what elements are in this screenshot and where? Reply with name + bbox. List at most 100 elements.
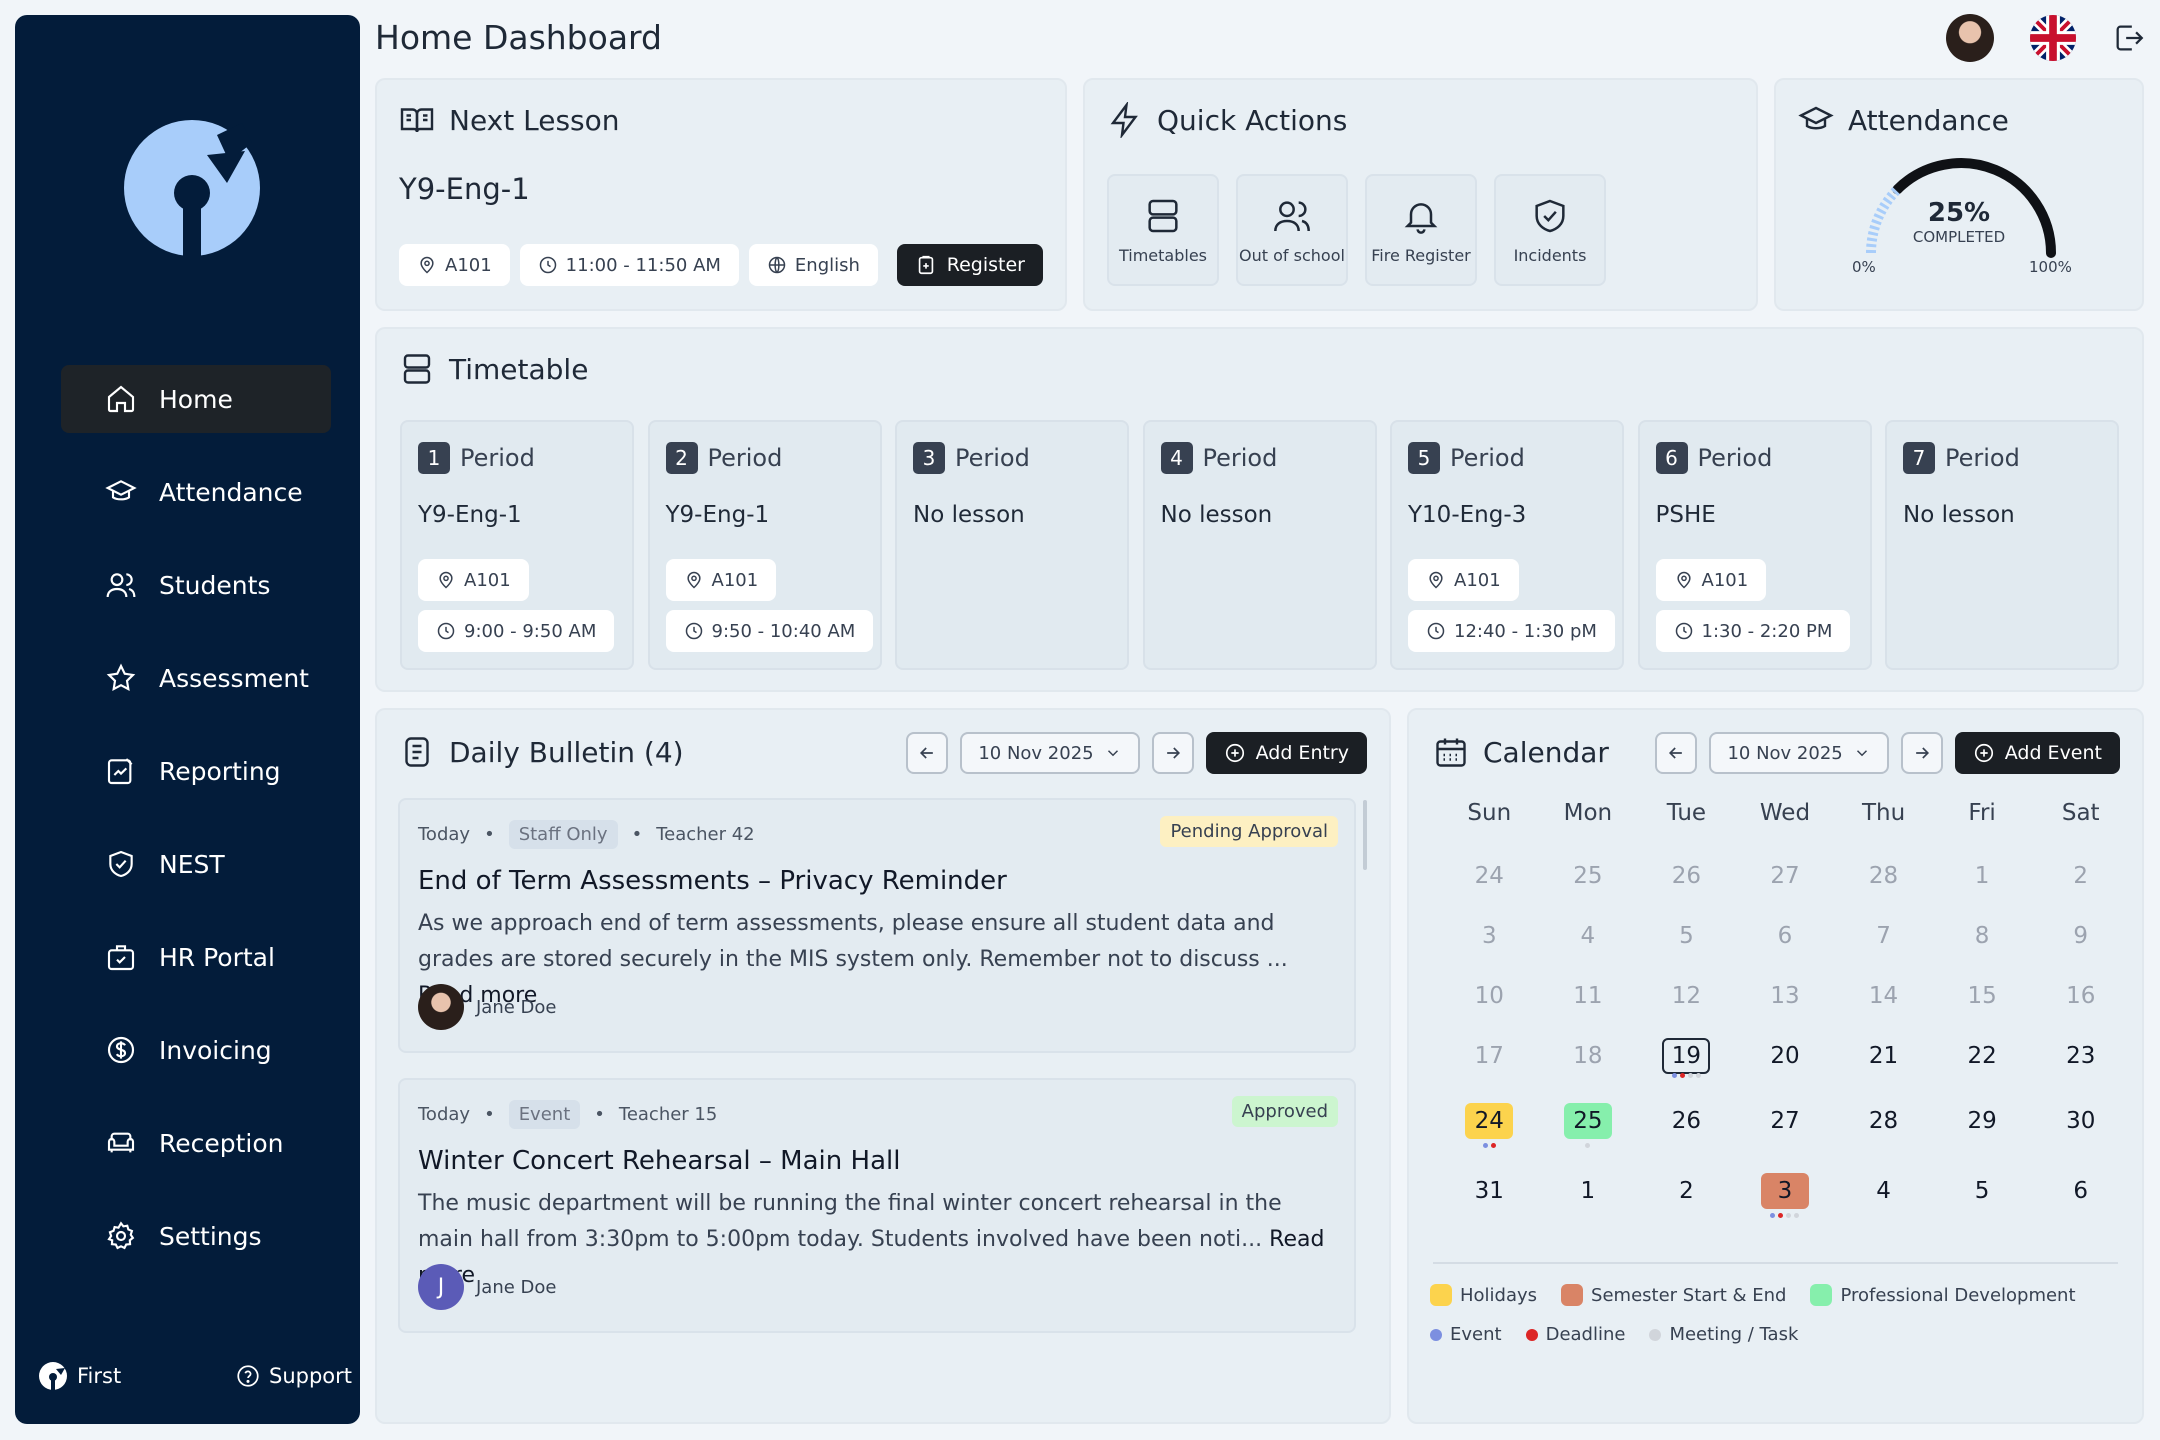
- calendar-day-number: 13: [1770, 983, 1800, 1009]
- quick-action-out-of-school[interactable]: Out of school: [1236, 174, 1348, 286]
- subject-label: English: [794, 254, 860, 276]
- calendar-day[interactable]: 8: [1933, 906, 2032, 966]
- sidebar-item-reception[interactable]: Reception: [61, 1109, 331, 1177]
- calendar-week: 24 25 26 27 28 29 30: [1440, 1086, 2130, 1156]
- calendar-day[interactable]: 10: [1440, 966, 1539, 1026]
- calendar-day[interactable]: 16: [2031, 966, 2130, 1026]
- calendar-day[interactable]: 28: [1834, 1086, 1933, 1156]
- period-card[interactable]: 4 Period No lesson: [1142, 420, 1377, 670]
- logout-icon[interactable]: [2112, 21, 2146, 55]
- calendar-day[interactable]: 13: [1736, 966, 1835, 1026]
- bulletin-post[interactable]: Today • Staff Only • Teacher 42 Pending …: [398, 798, 1356, 1053]
- calendar-day[interactable]: 21: [1834, 1026, 1933, 1086]
- calendar-day-number: 10: [1474, 983, 1504, 1009]
- calendar-day[interactable]: 26: [1637, 1086, 1736, 1156]
- period-label: Period: [460, 444, 535, 472]
- period-card[interactable]: 6 Period PSHE A101 1:30 - 2:20 PM: [1637, 420, 1872, 670]
- calendar-day[interactable]: 4: [1539, 906, 1638, 966]
- bulletin-prev-button[interactable]: [906, 732, 949, 774]
- period-card[interactable]: 3 Period No lesson: [895, 420, 1129, 670]
- post-teacher: Teacher 15: [618, 1104, 718, 1125]
- uk-flag-icon[interactable]: [2030, 15, 2076, 61]
- calendar-day[interactable]: 4: [1834, 1156, 1933, 1226]
- calendar-day[interactable]: 25: [1539, 1086, 1638, 1156]
- calendar-day[interactable]: 7: [1834, 906, 1933, 966]
- calendar-day[interactable]: 23: [2031, 1026, 2130, 1086]
- sidebar-item-hr-portal[interactable]: HR Portal: [61, 923, 331, 991]
- calendar-next-button[interactable]: [1900, 732, 1943, 774]
- calendar-day[interactable]: 14: [1834, 966, 1933, 1026]
- register-button[interactable]: Register: [896, 244, 1043, 286]
- calendar-day[interactable]: 5: [1637, 906, 1736, 966]
- calendar-day[interactable]: 25: [1539, 846, 1638, 906]
- calendar-day[interactable]: 30: [2031, 1086, 2130, 1156]
- calendar-day[interactable]: 28: [1834, 846, 1933, 906]
- separator-dot: •: [631, 824, 643, 845]
- legend-label: Semester Start & End: [1591, 1284, 1787, 1306]
- user-avatar[interactable]: [1946, 14, 1994, 62]
- brand-link[interactable]: First: [37, 1360, 121, 1392]
- bulletin-scrollbar[interactable]: [1363, 800, 1367, 870]
- calendar-day[interactable]: 9: [2031, 906, 2130, 966]
- post-body-text: As we approach end of term assessments, …: [418, 911, 1288, 972]
- calendar-day[interactable]: 22: [1933, 1026, 2032, 1086]
- quick-action-fire-register[interactable]: Fire Register: [1365, 174, 1477, 286]
- calendar-day[interactable]: 2: [2031, 846, 2130, 906]
- bulletin-next-button[interactable]: [1151, 732, 1194, 774]
- calendar-day[interactable]: 3: [1736, 1156, 1835, 1226]
- calendar-day[interactable]: 15: [1933, 966, 2032, 1026]
- support-link[interactable]: Support: [235, 1363, 352, 1389]
- map-pin-icon: [1429, 571, 1443, 589]
- calendar-day[interactable]: 20: [1736, 1026, 1835, 1086]
- room-chip: A101: [665, 559, 777, 601]
- period-label: Period: [1202, 444, 1278, 472]
- quick-action-incidents[interactable]: Incidents: [1494, 174, 1606, 286]
- pd-swatch: [1810, 1284, 1833, 1306]
- calendar-day[interactable]: 24: [1440, 846, 1539, 906]
- avatar: [418, 984, 464, 1030]
- add-event-label: Add Event: [2004, 742, 2102, 764]
- calendar-day[interactable]: 27: [1736, 1086, 1835, 1156]
- calendar-day[interactable]: 5: [1933, 1156, 2032, 1226]
- bulletin-date-select[interactable]: 10 Nov 2025: [960, 732, 1140, 774]
- star-icon: [103, 660, 139, 696]
- calendar-day[interactable]: 19: [1637, 1026, 1736, 1086]
- period-card[interactable]: 7 Period No lesson: [1885, 420, 2119, 670]
- calendar-day[interactable]: 17: [1440, 1026, 1539, 1086]
- period-card[interactable]: 1 Period Y9-Eng-1 A101 9:00 - 9:50 AM: [400, 420, 634, 670]
- calendar-day[interactable]: 31: [1440, 1156, 1539, 1226]
- add-event-button[interactable]: Add Event: [1954, 732, 2120, 774]
- calendar-date-select[interactable]: 10 Nov 2025: [1709, 732, 1889, 774]
- period-card[interactable]: 5 Period Y10-Eng-3 A101 12:40 - 1:30 pM: [1390, 420, 1624, 670]
- calendar-day[interactable]: 12: [1637, 966, 1736, 1026]
- add-entry-label: Add Entry: [1255, 742, 1349, 764]
- calendar-day[interactable]: 26: [1637, 846, 1736, 906]
- calendar-day[interactable]: 3: [1440, 906, 1539, 966]
- calendar-day[interactable]: 6: [2031, 1156, 2130, 1226]
- sidebar-item-invoicing[interactable]: Invoicing: [61, 1016, 331, 1084]
- calendar-day[interactable]: 24: [1440, 1086, 1539, 1156]
- calendar-day[interactable]: 18: [1539, 1026, 1638, 1086]
- calendar-prev-button[interactable]: [1655, 732, 1698, 774]
- sidebar-item-students[interactable]: Students: [61, 551, 331, 619]
- sidebar-item-assessment[interactable]: Assessment: [61, 644, 331, 712]
- calendar-day[interactable]: 2: [1637, 1156, 1736, 1226]
- bulletin-post[interactable]: Today • Event • Teacher 15 Approved Wint…: [398, 1078, 1356, 1333]
- graduation-cap-icon: [1798, 106, 1834, 130]
- sidebar-item-attendance[interactable]: Attendance: [61, 458, 331, 526]
- calendar-day[interactable]: 1: [1539, 1156, 1638, 1226]
- sidebar-item-label: Assessment: [159, 663, 309, 693]
- sidebar-item-reporting[interactable]: Reporting: [61, 737, 331, 805]
- sidebar-item-settings[interactable]: Settings: [61, 1202, 331, 1270]
- calendar-day[interactable]: 1: [1933, 846, 2032, 906]
- period-card[interactable]: 2 Period Y9-Eng-1 A101 9:50 - 10:40 AM: [647, 420, 882, 670]
- calendar-day[interactable]: 6: [1736, 906, 1835, 966]
- calendar-day[interactable]: 27: [1736, 846, 1835, 906]
- calendar-day[interactable]: 29: [1933, 1086, 2032, 1156]
- calendar-day[interactable]: 11: [1539, 966, 1638, 1026]
- quick-action-timetables[interactable]: Timetables: [1107, 174, 1219, 286]
- sidebar-item-nest[interactable]: NEST: [61, 830, 331, 898]
- add-entry-button[interactable]: Add Entry: [1205, 732, 1367, 774]
- sidebar-item-home[interactable]: Home: [61, 365, 331, 433]
- lightning-icon: [1110, 102, 1138, 138]
